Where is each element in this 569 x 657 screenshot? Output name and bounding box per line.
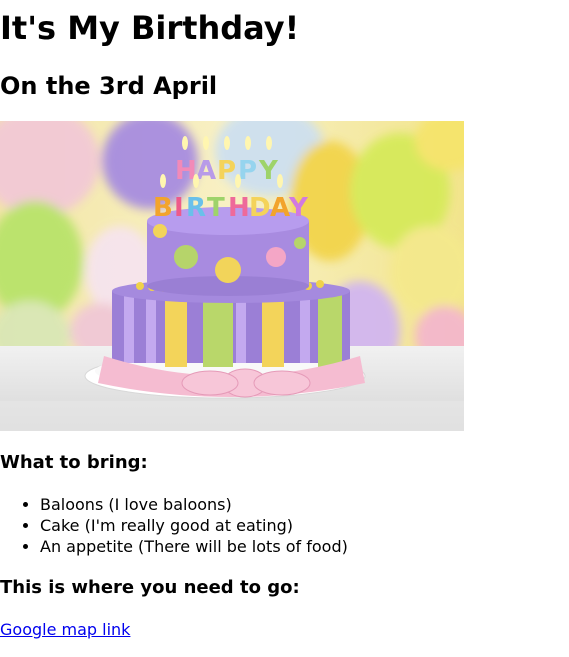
svg-text:Y: Y xyxy=(288,193,309,223)
svg-text:Y: Y xyxy=(258,156,279,186)
svg-text:A: A xyxy=(196,156,216,186)
location-heading: This is where you need to go: xyxy=(0,577,300,598)
svg-text:B: B xyxy=(153,193,173,223)
list-item: Cake (I'm really good at eating) xyxy=(40,515,348,536)
svg-text:I: I xyxy=(174,193,184,223)
svg-text:H: H xyxy=(228,193,250,223)
svg-text:P: P xyxy=(217,156,236,186)
svg-text:T: T xyxy=(207,193,225,223)
svg-text:R: R xyxy=(186,193,206,223)
svg-text:A: A xyxy=(270,193,290,223)
birthday-cake-image: H A P P Y B I R T H D A Y xyxy=(0,121,464,431)
list-item: An appetite (There will be lots of food) xyxy=(40,536,348,557)
svg-text:D: D xyxy=(249,193,271,223)
event-date: On the 3rd April xyxy=(0,72,218,100)
what-to-bring-heading: What to bring: xyxy=(0,452,148,473)
bring-list: Baloons (I love baloons) Cake (I'm reall… xyxy=(0,494,348,557)
google-map-link[interactable]: Google map link xyxy=(0,619,130,640)
page-title: It's My Birthday! xyxy=(0,9,300,47)
list-item: Baloons (I love baloons) xyxy=(40,494,348,515)
